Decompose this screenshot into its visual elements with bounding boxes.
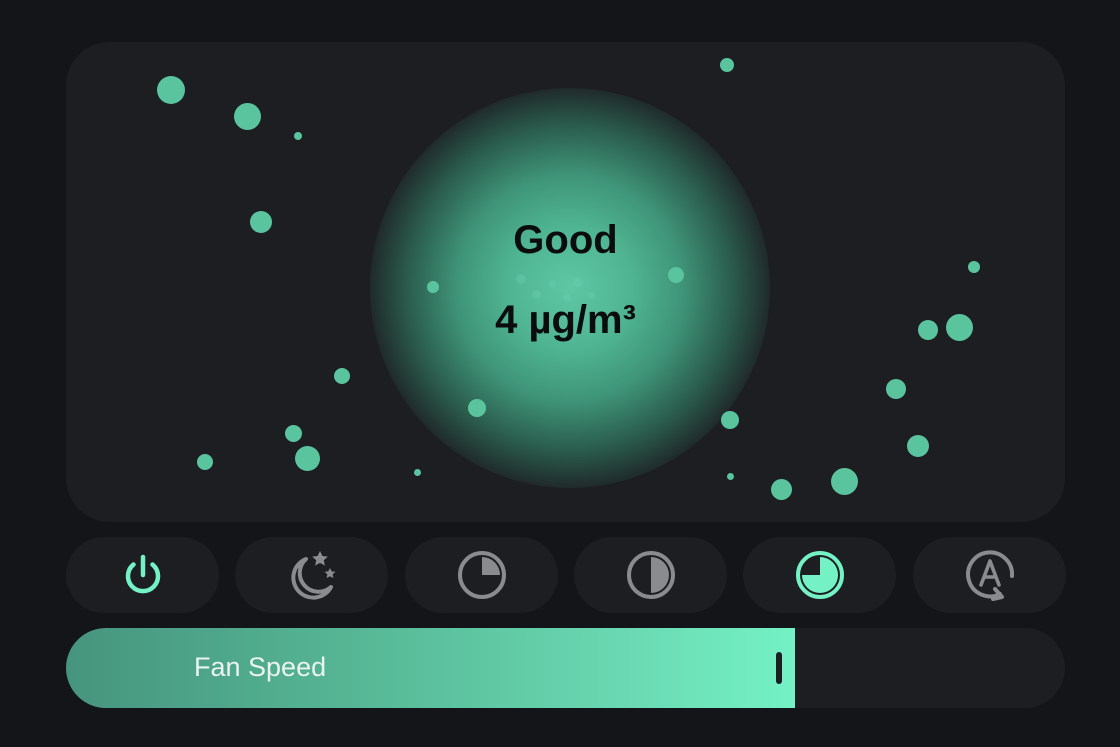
air-quality-panel: Good 4 µg/m³ — [66, 42, 1065, 522]
particle — [427, 281, 439, 293]
particle — [234, 103, 261, 130]
particle — [727, 473, 734, 480]
particle — [720, 58, 734, 72]
pie-half-icon — [626, 551, 675, 599]
power-icon — [125, 554, 160, 594]
particle — [831, 468, 858, 495]
pie-quarter-icon — [457, 551, 506, 599]
fan-speed-handle[interactable] — [776, 652, 782, 684]
particle — [516, 274, 526, 284]
auto-mode-button[interactable] — [913, 537, 1066, 613]
particle — [771, 479, 792, 500]
particle — [668, 267, 684, 283]
particle — [294, 132, 302, 140]
particle — [414, 469, 421, 476]
mode-bar — [66, 537, 1066, 613]
low-speed-button[interactable] — [405, 537, 558, 613]
particle — [468, 399, 486, 417]
fan-speed-label: Fan Speed — [194, 652, 327, 682]
fan-speed-fill — [66, 628, 795, 708]
particle — [573, 278, 582, 287]
particle — [886, 379, 906, 399]
pie-three-quarter-icon — [795, 551, 844, 599]
particle — [907, 435, 929, 457]
particle — [549, 280, 556, 287]
sleep-mode-button[interactable] — [235, 537, 388, 613]
auto-mode-icon — [965, 550, 1014, 601]
particle — [197, 454, 213, 470]
medium-speed-button[interactable] — [574, 537, 727, 613]
pm25-value: 4 µg/m³ — [495, 298, 636, 342]
moon-stars-icon — [290, 551, 335, 600]
particle — [721, 411, 739, 429]
high-speed-button[interactable] — [743, 537, 896, 613]
particle — [295, 446, 320, 471]
particle — [334, 368, 350, 384]
particle — [157, 76, 185, 104]
air-quality-status: Good — [513, 218, 618, 262]
particle — [285, 425, 302, 442]
power-button[interactable] — [66, 537, 219, 613]
fan-speed-slider[interactable]: Fan Speed — [66, 628, 1065, 708]
